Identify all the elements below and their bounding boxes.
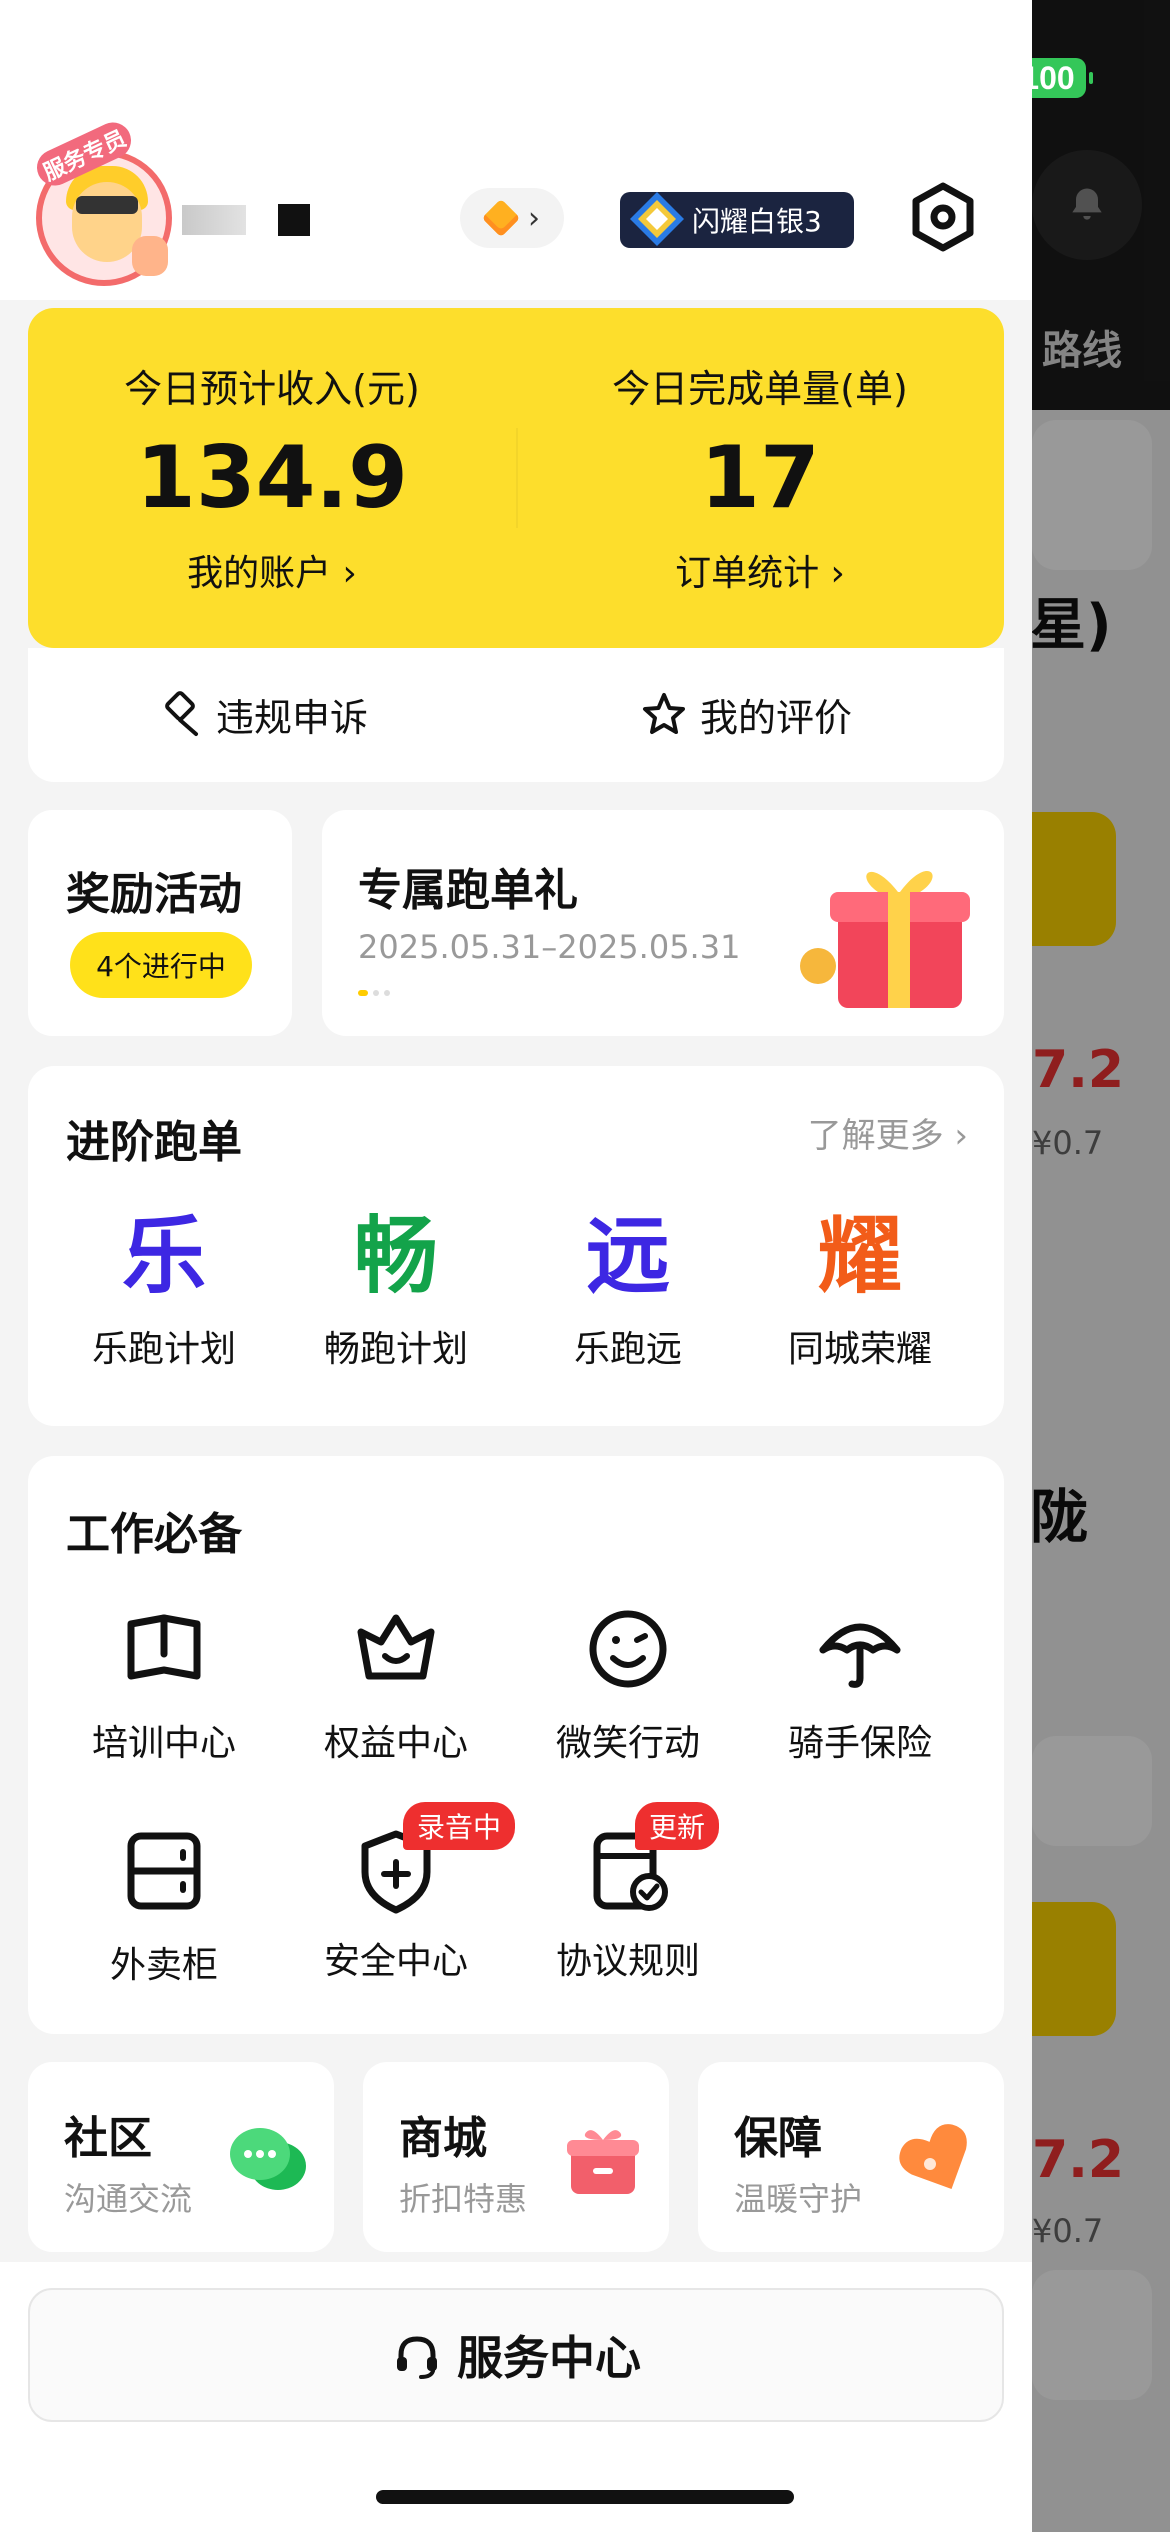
hammer-icon xyxy=(165,691,198,736)
star-icon xyxy=(643,693,685,734)
advanced-orders-title: 进阶跑单 xyxy=(66,1117,242,1168)
lepaoyuan-label: 乐跑远 xyxy=(573,1329,682,1370)
tongcheng-label: 同城荣耀 xyxy=(787,1329,932,1370)
adv-item-changpao[interactable]: 畅 畅跑计划 xyxy=(280,1206,512,1372)
work-essentials-card: 工作必备 培训中心 权益中心 微笑行动 骑手保险 外卖柜 录音中 安全中心 更新… xyxy=(28,1456,1004,2034)
orders-link[interactable]: 订单统计 › xyxy=(516,544,1004,596)
tool-safety-label: 安全中心 xyxy=(323,1941,468,1982)
crown-icon xyxy=(357,1614,435,1680)
learn-more-link[interactable]: 了解更多 › xyxy=(808,1108,968,1157)
work-essentials-title: 工作必备 xyxy=(66,1509,242,1560)
learn-more-label: 了解更多 xyxy=(807,1116,944,1156)
shield-wrapper: 录音中 xyxy=(351,1802,516,1916)
headset-icon xyxy=(397,2336,437,2379)
gift-box-icon xyxy=(567,2130,639,2194)
tool-benefits-label: 权益中心 xyxy=(323,1723,468,1764)
chevron-right-icon: › xyxy=(528,200,540,236)
tool-training-label: 培训中心 xyxy=(91,1723,236,1764)
home-indicator[interactable] xyxy=(376,2490,794,2504)
points-pill[interactable]: › xyxy=(460,188,564,248)
my-reviews-label: 我的评价 xyxy=(700,695,853,740)
adv-item-lepaoyuan[interactable]: 远 乐跑远 xyxy=(512,1206,744,1372)
umbrella-icon xyxy=(819,1623,901,1688)
account-link[interactable]: 我的账户 › xyxy=(28,544,516,596)
tool-locker[interactable]: 外卖柜 xyxy=(48,1826,280,1988)
protection-subtitle: 温暖守护 xyxy=(734,2180,863,2218)
tool-smile[interactable]: 微笑行动 xyxy=(512,1604,744,1766)
adv-item-lepao[interactable]: 乐 乐跑计划 xyxy=(48,1206,280,1372)
mall-card[interactable]: 商城 折扣特惠 xyxy=(363,2062,669,2252)
reward-count-pill: 4个进行中 xyxy=(70,932,252,998)
changpao-label: 畅跑计划 xyxy=(323,1329,468,1370)
service-center-label: 服务中心 xyxy=(457,2331,641,2385)
my-reviews-button[interactable]: 我的评价 xyxy=(640,684,852,744)
dim-overlay[interactable] xyxy=(1032,0,1170,2532)
tool-benefits[interactable]: 权益中心 xyxy=(280,1604,512,1766)
tool-training[interactable]: 培训中心 xyxy=(48,1604,280,1766)
side-drawer: 服务专员 › 闪耀白银3 今日预计收入(元) 134.9 我的账户 › 今日完成… xyxy=(0,0,1032,2532)
adv-item-tongcheng[interactable]: 耀 同城荣耀 xyxy=(744,1206,976,1372)
orders-stat[interactable]: 今日完成单量(单) 17 订单统计 › xyxy=(516,308,1004,648)
mall-subtitle: 折扣特惠 xyxy=(399,2180,528,2218)
carousel-dots xyxy=(358,990,390,996)
reward-activities-title: 奖励活动 xyxy=(66,869,242,920)
protection-title: 保障 xyxy=(734,2113,822,2164)
cube-icon xyxy=(481,198,521,238)
smile-icon xyxy=(589,1610,667,1688)
rank-badge[interactable]: 闪耀白银3 xyxy=(620,192,854,248)
recording-tag: 录音中 xyxy=(403,1802,516,1850)
advanced-orders-card: 进阶跑单 了解更多 › 乐 乐跑计划 畅 畅跑计划 远 乐跑远 耀 同城荣耀 xyxy=(28,1066,1004,1426)
protection-card[interactable]: 保障 温暖守护 xyxy=(698,2062,1004,2252)
rank-label: 闪耀白银3 xyxy=(692,205,822,238)
mall-title: 商城 xyxy=(399,2113,487,2164)
avatar-visor xyxy=(76,196,138,214)
promo-title: 专属跑单礼 xyxy=(358,865,578,916)
avatar-thumb xyxy=(132,236,168,276)
violation-appeal-label: 违规申诉 xyxy=(216,695,369,740)
income-stat[interactable]: 今日预计收入(元) 134.9 我的账户 › xyxy=(28,308,516,648)
orders-value: 17 xyxy=(700,428,820,528)
chat-icon xyxy=(230,2128,306,2190)
tool-agreement-label: 协议规则 xyxy=(555,1941,700,1982)
community-card[interactable]: 社区 沟通交流 xyxy=(28,2062,334,2252)
earnings-card: 今日预计收入(元) 134.9 我的账户 › 今日完成单量(单) 17 订单统计… xyxy=(28,308,1004,648)
book-icon xyxy=(127,1614,201,1680)
gift-icon xyxy=(800,870,970,1008)
promo-date: 2025.05.31–2025.05.31 xyxy=(358,928,741,966)
locker-icon xyxy=(127,1832,201,1910)
violation-appeal-button[interactable]: 违规申诉 xyxy=(156,684,368,744)
update-tag: 更新 xyxy=(635,1802,720,1850)
tool-agreement[interactable]: 更新 协议规则 xyxy=(512,1802,744,1984)
promo-banner[interactable]: 专属跑单礼 2025.05.31–2025.05.31 xyxy=(322,810,1004,1036)
income-value: 134.9 xyxy=(135,428,409,528)
tool-smile-label: 微笑行动 xyxy=(555,1723,700,1764)
tongcheng-glyph: 耀 xyxy=(817,1207,902,1305)
agreement-wrapper: 更新 xyxy=(583,1802,720,1916)
appeal-row: 违规申诉 我的评价 xyxy=(28,648,1004,782)
diamond-icon xyxy=(630,192,684,246)
chevron-right-icon: › xyxy=(954,1116,968,1156)
avatar[interactable]: 服务专员 xyxy=(31,116,172,286)
lepao-label: 乐跑计划 xyxy=(91,1329,236,1370)
settings-icon[interactable] xyxy=(908,182,978,252)
community-title: 社区 xyxy=(64,2113,152,2164)
income-label: 今日预计收入(元) xyxy=(124,367,420,411)
username-redacted xyxy=(182,205,246,235)
lepao-glyph: 乐 xyxy=(121,1207,206,1305)
community-subtitle: 沟通交流 xyxy=(64,2180,193,2218)
tool-insurance-label: 骑手保险 xyxy=(787,1723,932,1764)
service-center-button[interactable]: 服务中心 xyxy=(28,2288,1004,2422)
lepaoyuan-glyph: 远 xyxy=(585,1207,670,1305)
tool-safety[interactable]: 录音中 安全中心 xyxy=(280,1802,516,1984)
tool-insurance[interactable]: 骑手保险 xyxy=(744,1604,976,1766)
username-redacted-2 xyxy=(278,204,310,236)
reward-activities-card[interactable]: 奖励活动 4个进行中 xyxy=(28,810,292,1036)
orders-label: 今日完成单量(单) xyxy=(612,367,908,411)
tool-locker-label: 外卖柜 xyxy=(109,1945,218,1986)
changpao-glyph: 畅 xyxy=(353,1207,438,1305)
heart-icon xyxy=(899,2124,967,2190)
